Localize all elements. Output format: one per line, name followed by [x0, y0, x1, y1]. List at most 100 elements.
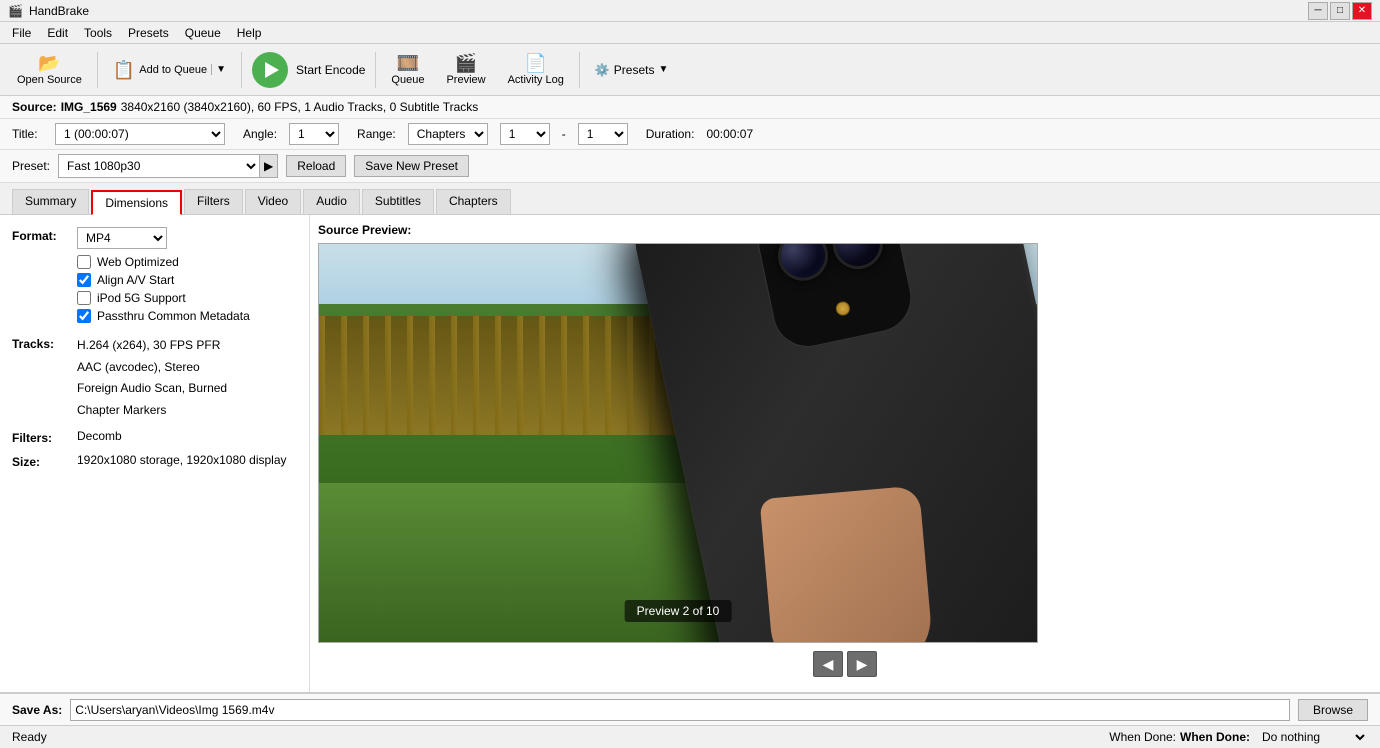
- tabs: Summary Dimensions Filters Video Audio S…: [0, 183, 1380, 215]
- source-label: Source:: [12, 100, 57, 114]
- play-icon: [265, 62, 279, 78]
- menu-tools[interactable]: Tools: [76, 24, 120, 42]
- chapter-end-select[interactable]: 1: [578, 123, 628, 145]
- ipod-label: iPod 5G Support: [97, 291, 186, 305]
- add-to-queue-button[interactable]: 📋 Add to Queue ▼: [104, 48, 235, 92]
- ipod-row: iPod 5G Support: [77, 291, 297, 305]
- title-row: Title: 1 (00:00:07) Angle: 1 Range: Chap…: [0, 119, 1380, 150]
- tab-dimensions[interactable]: Dimensions: [91, 190, 182, 215]
- queue-button[interactable]: 🎞️ Queue: [382, 48, 433, 92]
- tab-filters[interactable]: Filters: [184, 189, 243, 214]
- web-optimized-row: Web Optimized: [77, 255, 297, 269]
- app-icon: 🎬: [8, 4, 23, 18]
- tab-audio[interactable]: Audio: [303, 189, 360, 214]
- tracks-value: H.264 (x264), 30 FPS PFR AAC (avcodec), …: [77, 335, 297, 421]
- minimize-button[interactable]: ─: [1308, 2, 1328, 20]
- duration-label: Duration:: [646, 127, 695, 141]
- filters-label: Filters:: [12, 429, 77, 445]
- activity-log-button[interactable]: 📄 Activity Log: [499, 48, 573, 92]
- prev-preview-button[interactable]: ◀: [813, 651, 843, 677]
- preset-row: Preset: Fast 1080p30 ▶ Reload Save New P…: [0, 150, 1380, 183]
- browse-button[interactable]: Browse: [1298, 699, 1368, 721]
- presets-label: Presets: [614, 63, 655, 77]
- source-filename: IMG_1569: [61, 100, 117, 114]
- when-done-area: When Done: When Done: Do nothing Shutdow…: [1109, 726, 1368, 748]
- camera-lens-1: [773, 244, 832, 285]
- web-optimized-label: Web Optimized: [97, 255, 179, 269]
- open-source-button[interactable]: 📂 Open Source: [8, 48, 91, 92]
- passthru-label: Passthru Common Metadata: [97, 309, 250, 323]
- passthru-checkbox[interactable]: [77, 309, 91, 323]
- when-done-label-text: When Done:: [1180, 730, 1250, 744]
- menu-help[interactable]: Help: [229, 24, 270, 42]
- angle-label: Angle:: [243, 127, 277, 141]
- align-av-label: Align A/V Start: [97, 273, 174, 287]
- range-select[interactable]: Chapters: [408, 123, 488, 145]
- save-path-input[interactable]: [70, 699, 1290, 721]
- web-optimized-checkbox[interactable]: [77, 255, 91, 269]
- menu-queue[interactable]: Queue: [177, 24, 229, 42]
- app-title: HandBrake: [29, 4, 89, 18]
- activity-log-label: Activity Log: [508, 74, 564, 86]
- preview-button[interactable]: 🎬 Preview: [437, 48, 494, 92]
- reload-button[interactable]: Reload: [286, 155, 346, 177]
- format-select[interactable]: MP4 MKV: [77, 227, 167, 249]
- when-done-select[interactable]: Do nothing Shutdown Hibernate Sleep Quit…: [1254, 726, 1368, 748]
- preview-overlay: Preview 2 of 10: [625, 600, 732, 622]
- start-encode-button[interactable]: [252, 52, 288, 88]
- save-bar: Save As: Browse: [0, 693, 1380, 725]
- menu-bar: File Edit Tools Presets Queue Help: [0, 22, 1380, 44]
- start-encode-label: Start Encode: [296, 63, 365, 77]
- presets-button[interactable]: ⚙️ Presets ▼: [586, 48, 678, 92]
- chapter-separator: -: [562, 127, 566, 141]
- title-select[interactable]: 1 (00:00:07): [55, 123, 225, 145]
- format-value-area: MP4 MKV Web Optimized Align A/V Start: [77, 227, 297, 327]
- queue-label: Queue: [391, 74, 424, 86]
- tab-subtitles[interactable]: Subtitles: [362, 189, 434, 214]
- right-panel: Source Preview:: [310, 215, 1380, 692]
- preview-container: Preview 2 of 10: [318, 243, 1038, 643]
- ipod-checkbox[interactable]: [77, 291, 91, 305]
- hand-layer: [759, 485, 934, 642]
- preview-icon: 🎬: [455, 54, 477, 72]
- filters-value: Decomb: [77, 429, 297, 443]
- left-panel: Format: MP4 MKV Web Optimized Align A: [0, 215, 310, 692]
- when-done-label: When Done:: [1109, 730, 1176, 744]
- toolbar-separator-2: [241, 52, 242, 88]
- open-source-icon: 📂: [38, 54, 60, 72]
- angle-select[interactable]: 1: [289, 123, 339, 145]
- tab-summary[interactable]: Summary: [12, 189, 89, 214]
- add-queue-arrow[interactable]: ▼: [211, 64, 226, 75]
- presets-arrow-icon: ▼: [658, 64, 668, 75]
- title-bar-left: 🎬 HandBrake: [8, 4, 89, 18]
- chapter-start-select[interactable]: 1: [500, 123, 550, 145]
- status-ready: Ready: [12, 730, 47, 744]
- preset-label: Preset:: [12, 159, 50, 173]
- preset-expand-button[interactable]: ▶: [259, 155, 277, 177]
- filters-field: Filters: Decomb: [12, 429, 297, 445]
- track-2: AAC (avcodec), Stereo: [77, 357, 297, 379]
- menu-edit[interactable]: Edit: [39, 24, 76, 42]
- maximize-button[interactable]: □: [1330, 2, 1350, 20]
- menu-file[interactable]: File: [4, 24, 39, 42]
- save-new-preset-button[interactable]: Save New Preset: [354, 155, 469, 177]
- add-queue-label: Add to Queue: [139, 64, 207, 76]
- format-row: MP4 MKV: [77, 227, 297, 249]
- tab-chapters[interactable]: Chapters: [436, 189, 511, 214]
- size-value: 1920x1080 storage, 1920x1080 display: [77, 453, 297, 467]
- main-content: Format: MP4 MKV Web Optimized Align A: [0, 215, 1380, 693]
- preset-select[interactable]: Fast 1080p30: [59, 155, 259, 177]
- queue-icon: 🎞️: [397, 54, 419, 72]
- align-av-row: Align A/V Start: [77, 273, 297, 287]
- tab-video[interactable]: Video: [245, 189, 301, 214]
- next-preview-button[interactable]: ▶: [847, 651, 877, 677]
- source-info: Source: IMG_1569 3840x2160 (3840x2160), …: [0, 96, 1380, 119]
- preview-label: Source Preview:: [318, 223, 411, 237]
- tracks-field: Tracks: H.264 (x264), 30 FPS PFR AAC (av…: [12, 335, 297, 421]
- menu-presets[interactable]: Presets: [120, 24, 177, 42]
- preview-nav: ◀ ▶: [813, 651, 877, 677]
- close-button[interactable]: ✕: [1352, 2, 1372, 20]
- source-details: 3840x2160 (3840x2160), 60 FPS, 1 Audio T…: [121, 100, 479, 114]
- align-av-checkbox[interactable]: [77, 273, 91, 287]
- format-field: Format: MP4 MKV Web Optimized Align A: [12, 227, 297, 327]
